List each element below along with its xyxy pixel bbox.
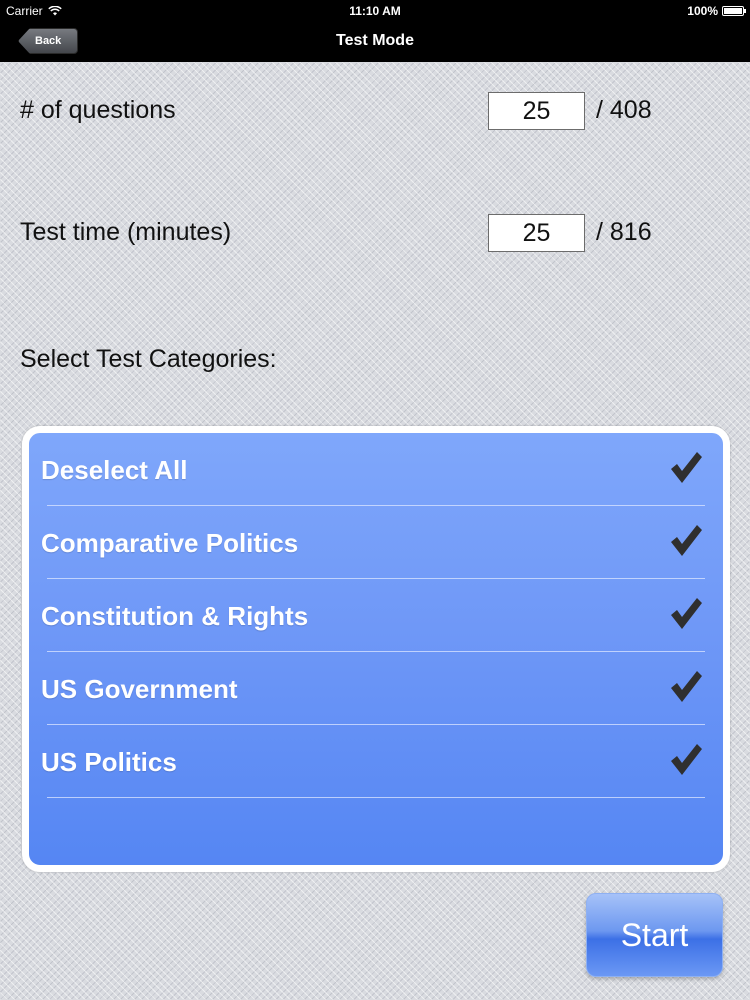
checkmark-icon (671, 744, 702, 775)
category-label: Comparative Politics (41, 528, 299, 558)
test-time-label: Test time (minutes) (20, 218, 232, 246)
navigation-bar: Carrier 11:10 AM 100% Back Test Mode (0, 0, 750, 62)
checkmark-icon (671, 452, 702, 483)
category-list: Deselect All Comparative Politics Consti… (22, 426, 730, 872)
battery-percent: 100% (687, 4, 718, 18)
categories-heading: Select Test Categories: (20, 345, 277, 373)
test-time-input[interactable] (488, 214, 585, 252)
category-label: US Politics (41, 747, 177, 777)
status-time: 11:10 AM (349, 4, 401, 18)
questions-count-input[interactable] (488, 92, 585, 130)
category-item-comparative-politics[interactable]: Comparative Politics (29, 506, 723, 579)
questions-label: # of questions (20, 96, 176, 124)
status-bar: Carrier 11:10 AM 100% (0, 0, 750, 22)
category-item-us-government[interactable]: US Government (29, 652, 723, 725)
category-label: Constitution & Rights (41, 601, 309, 631)
battery-icon (722, 6, 746, 16)
category-item-constitution-rights[interactable]: Constitution & Rights (29, 579, 723, 652)
category-label: Deselect All (41, 455, 188, 485)
battery-indicator: 100% (687, 4, 746, 18)
page-title: Test Mode (336, 32, 414, 49)
checkmark-icon (671, 598, 702, 629)
checkmark-icon (671, 671, 702, 702)
category-item-us-politics[interactable]: US Politics (29, 725, 723, 798)
category-label: US Government (41, 674, 238, 704)
questions-total: / 408 (596, 96, 652, 124)
checkmark-icon (671, 525, 702, 556)
start-button[interactable]: Start (586, 893, 723, 977)
test-time-total: / 816 (596, 218, 652, 246)
category-item-deselect-all[interactable]: Deselect All (29, 433, 723, 506)
divider (47, 797, 705, 798)
